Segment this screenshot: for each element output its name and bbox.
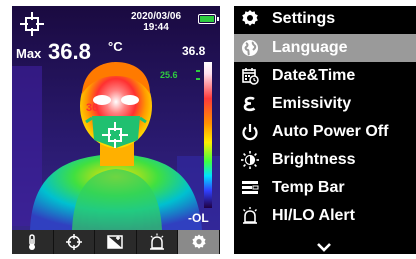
date-text: 2020/03/06	[130, 11, 182, 22]
temperature-unit: °C	[108, 39, 123, 54]
menu-item-language[interactable]: Language	[234, 34, 416, 62]
menu-item-auto-power-off[interactable]: Auto Power Off	[234, 118, 416, 146]
menu-item-label: Date&Time	[272, 67, 356, 84]
menu-item-label: Language	[272, 39, 348, 56]
alarm-icon	[243, 207, 257, 224]
battery-icon	[198, 14, 219, 24]
crosshair-icon	[65, 234, 82, 250]
time-text: 19:44	[143, 22, 169, 33]
settings-header: Settings	[234, 6, 416, 32]
menu-item-brightness[interactable]: Brightness	[234, 146, 416, 174]
tool-palette[interactable]	[95, 230, 137, 254]
settings-menu: Language Date&Time Emissivity Auto Power…	[234, 34, 416, 230]
globe-icon	[242, 40, 258, 56]
scale-max-value: 36.8	[182, 44, 206, 58]
menu-item-label: Auto Power Off	[272, 123, 389, 140]
chevron-down-icon[interactable]	[316, 242, 332, 252]
temp-bar-icon	[242, 181, 259, 194]
menu-item-hi-lo-alert[interactable]: HI/LO Alert	[234, 202, 416, 230]
scale-min-value: -OL	[188, 211, 209, 225]
menu-item-label: Brightness	[272, 151, 356, 168]
gear-icon	[192, 234, 206, 249]
hotspot-reading: 36	[86, 102, 99, 114]
calendar-clock-icon	[242, 68, 259, 85]
epsilon-icon	[243, 96, 256, 112]
menu-item-label: Emissivity	[272, 95, 352, 112]
tool-settings[interactable]	[178, 230, 220, 254]
thermometer-icon	[29, 234, 36, 250]
gear-icon	[242, 10, 258, 26]
page-title: Settings	[272, 10, 336, 27]
color-scale-bar	[204, 62, 212, 208]
menu-item-label: HI/LO Alert	[272, 207, 355, 224]
settings-screen: Settings Language Date&Time Emissivity A…	[234, 6, 416, 254]
center-crosshair-icon	[102, 122, 128, 148]
palette-icon	[107, 235, 124, 249]
datetime: 2020/03/06 19:44	[116, 11, 196, 33]
tool-thermometer[interactable]	[12, 230, 54, 254]
bottom-toolbar	[12, 230, 220, 254]
menu-item-datetime[interactable]: Date&Time	[234, 62, 416, 90]
scale-marker-value: 25.6	[160, 70, 178, 80]
menu-item-temp-bar[interactable]: Temp Bar	[234, 174, 416, 202]
menu-item-label: Temp Bar	[272, 179, 345, 196]
max-label: Max	[16, 46, 42, 61]
thermal-screen: 2020/03/06 19:44 Max 36.8 °C 36.8 25.6 -…	[12, 6, 220, 254]
crosshair-icon	[20, 12, 44, 36]
tool-crosshair[interactable]	[54, 230, 96, 254]
alarm-icon	[150, 233, 165, 250]
brightness-icon	[241, 151, 259, 169]
tool-alarm[interactable]	[137, 230, 179, 254]
menu-item-emissivity[interactable]: Emissivity	[234, 90, 416, 118]
battery-level	[200, 16, 214, 22]
max-temperature: 36.8	[48, 39, 91, 64]
scale-marker	[196, 70, 200, 80]
power-icon	[242, 124, 258, 141]
